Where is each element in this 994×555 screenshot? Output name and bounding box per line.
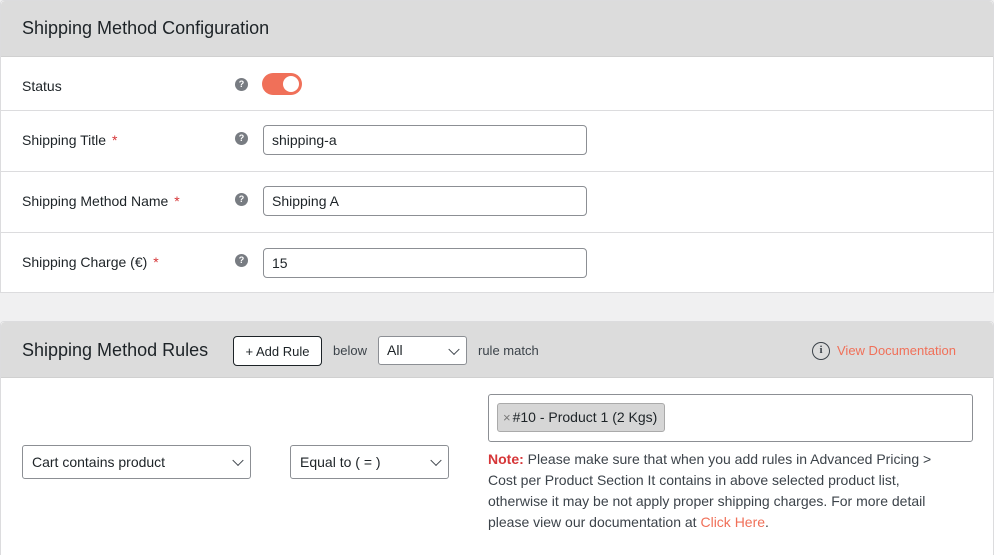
- shipping-rules-panel: Shipping Method Rules + Add Rule below A…: [0, 321, 994, 555]
- help-icon[interactable]: ?: [235, 132, 248, 145]
- toggle-knob: [283, 76, 299, 92]
- help-icon[interactable]: ?: [235, 254, 248, 267]
- chevron-down-icon: [430, 454, 442, 467]
- required-marker: *: [174, 193, 180, 209]
- method-name-row: Shipping Method Name * ?: [1, 172, 993, 233]
- status-toggle[interactable]: [262, 73, 302, 95]
- operator-select[interactable]: Equal to ( = ): [290, 445, 449, 479]
- charge-label-text: Shipping Charge (€): [22, 254, 148, 270]
- charge-input[interactable]: [263, 248, 587, 278]
- note-end: .: [765, 514, 769, 530]
- view-documentation-label: View Documentation: [837, 343, 956, 358]
- rule-match-select[interactable]: All: [378, 336, 467, 365]
- rules-title: Shipping Method Rules: [22, 340, 209, 360]
- config-header: Shipping Method Configuration: [1, 1, 993, 57]
- operator-value: Equal to ( = ): [300, 454, 381, 470]
- selected-product-label: #10 - Product 1 (2 Kgs): [512, 409, 658, 425]
- charge-row: Shipping Charge (€) * ?: [1, 233, 993, 293]
- condition-select[interactable]: Cart contains product: [22, 445, 251, 479]
- rule-match-value: All: [387, 342, 403, 358]
- remove-chip-icon[interactable]: ×: [503, 410, 511, 425]
- rule-match-text: rule match: [478, 343, 539, 358]
- below-text: below: [333, 343, 367, 358]
- selected-product-chip: × #10 - Product 1 (2 Kgs): [497, 403, 666, 432]
- required-marker: *: [153, 254, 159, 270]
- chevron-down-icon: [448, 343, 460, 355]
- shipping-title-row: Shipping Title * ?: [1, 111, 993, 172]
- product-multiselect[interactable]: × #10 - Product 1 (2 Kgs): [488, 394, 973, 442]
- add-rule-button[interactable]: + Add Rule: [233, 336, 322, 366]
- help-icon[interactable]: ?: [235, 193, 248, 206]
- rule-note: Note: Please make sure that when you add…: [488, 449, 958, 533]
- note-label: Note:: [488, 451, 524, 467]
- status-row: Status ?: [1, 57, 993, 111]
- condition-value: Cart contains product: [32, 454, 166, 470]
- method-name-label: Shipping Method Name *: [22, 193, 180, 209]
- shipping-title-label-text: Shipping Title: [22, 132, 107, 148]
- info-icon: i: [812, 342, 830, 360]
- required-marker: *: [111, 132, 118, 148]
- config-title: Shipping Method Configuration: [22, 18, 270, 38]
- charge-label: Shipping Charge (€) *: [22, 254, 159, 270]
- shipping-title-label: Shipping Title *: [22, 132, 117, 148]
- help-icon[interactable]: ?: [235, 78, 248, 91]
- shipping-config-panel: Shipping Method Configuration Status ? S…: [0, 0, 994, 293]
- chevron-down-icon: [232, 454, 244, 467]
- click-here-link[interactable]: Click Here: [700, 514, 765, 530]
- rules-header: Shipping Method Rules + Add Rule below A…: [1, 322, 993, 378]
- status-label: Status: [22, 78, 62, 94]
- shipping-title-input[interactable]: [263, 125, 587, 155]
- method-name-input[interactable]: [263, 186, 587, 216]
- method-name-label-text: Shipping Method Name: [22, 193, 169, 209]
